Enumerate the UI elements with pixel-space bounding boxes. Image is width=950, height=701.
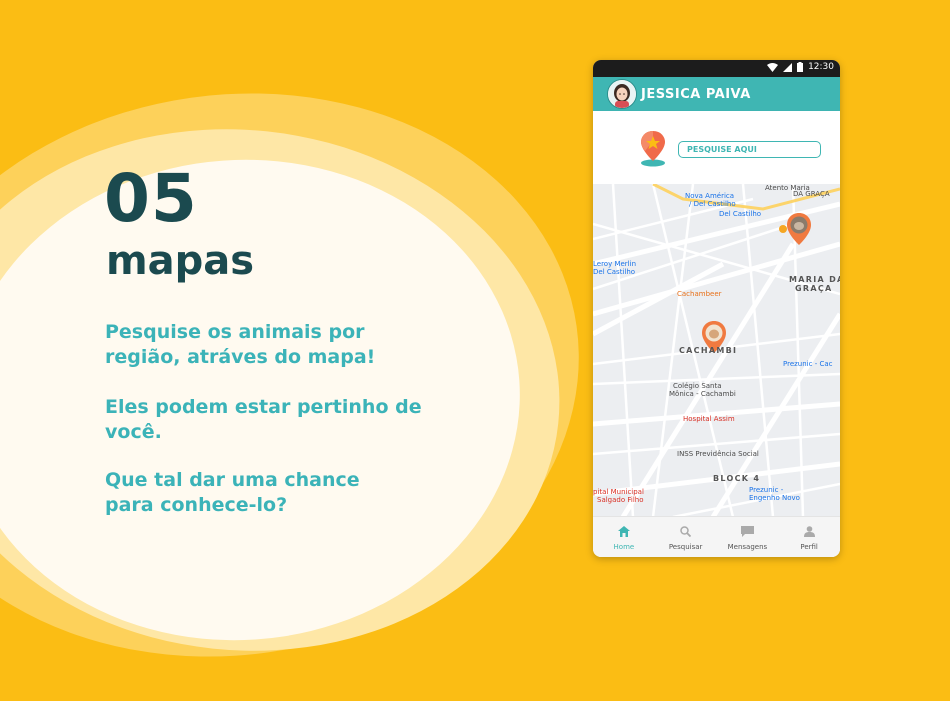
map-label: Salgado Filho: [597, 496, 644, 504]
map-label: / Del Castilho: [689, 200, 736, 208]
map-label: BLOCK 4: [713, 474, 761, 483]
phone-mockup: 12:30 JESSICA PAIVA PESQUISE AQUI Nova A…: [593, 60, 840, 557]
home-icon: [617, 526, 630, 537]
bottom-navigation: Home Pesquisar Mensagens Perfil: [593, 516, 840, 557]
wifi-icon: [767, 62, 779, 72]
map-label: MARIA DA: [789, 275, 840, 284]
map-label: Colégio Santa: [673, 382, 722, 390]
map-label: Prezunic - Cac: [783, 360, 833, 368]
nav-home[interactable]: Home: [593, 517, 655, 557]
map-label: Nova América: [685, 192, 735, 200]
slide-number: 05: [104, 160, 198, 237]
nav-messages-label: Mensagens: [727, 543, 768, 551]
map-label: Leroy Merlin: [593, 260, 637, 268]
pet-marker-icon[interactable]: [786, 212, 812, 246]
user-avatar-icon: [608, 80, 636, 108]
map-view[interactable]: Nova América / Del Castilho Del Castilho…: [593, 184, 840, 517]
nav-profile-label: Perfil: [800, 543, 818, 551]
nav-search-label: Pesquisar: [668, 543, 703, 551]
paragraph-search: Pesquise os animais por região, atráves …: [105, 321, 376, 368]
search-button[interactable]: PESQUISE AQUI: [678, 141, 821, 158]
search-icon: [680, 526, 692, 538]
paragraph-chance: Que tal dar uma chance para conhece-lo?: [105, 469, 360, 516]
nav-home-label: Home: [613, 543, 635, 551]
avatar[interactable]: [607, 79, 637, 109]
map-label: Prezunic -: [749, 486, 784, 494]
battery-icon: [797, 62, 804, 72]
paragraph-nearby: Eles podem estar pertinho de você.: [105, 396, 422, 443]
map-label: pital Municipal: [593, 488, 644, 496]
map-label: INSS Previdência Social: [677, 450, 759, 458]
map-label: Hospital Assim: [683, 415, 735, 423]
status-bar: 12:30: [593, 60, 840, 77]
chat-icon: [740, 526, 754, 537]
map-label: Mônica - Cachambi: [669, 390, 736, 398]
status-time: 12:30: [808, 62, 834, 72]
map-label: Del Castilho: [719, 210, 762, 218]
app-header: JESSICA PAIVA: [593, 77, 840, 111]
search-panel: PESQUISE AQUI: [593, 111, 840, 184]
nav-profile[interactable]: Perfil: [778, 517, 840, 557]
user-name: JESSICA PAIVA: [641, 87, 751, 102]
map-label: Del Castilho: [593, 268, 636, 276]
map-label: DA GRAÇA: [793, 190, 830, 198]
map-label: GRAÇA: [795, 284, 833, 293]
profile-icon: [803, 526, 815, 537]
map-label: Engenho Novo: [749, 494, 800, 502]
nav-search[interactable]: Pesquisar: [655, 517, 717, 557]
slide-heading: mapas: [106, 238, 255, 284]
map-label: CACHAMBI: [679, 346, 738, 355]
nav-messages[interactable]: Mensagens: [717, 517, 779, 557]
map-label: Cachambeer: [677, 290, 722, 298]
location-pin-icon: [641, 131, 665, 167]
signal-icon: [783, 62, 793, 72]
